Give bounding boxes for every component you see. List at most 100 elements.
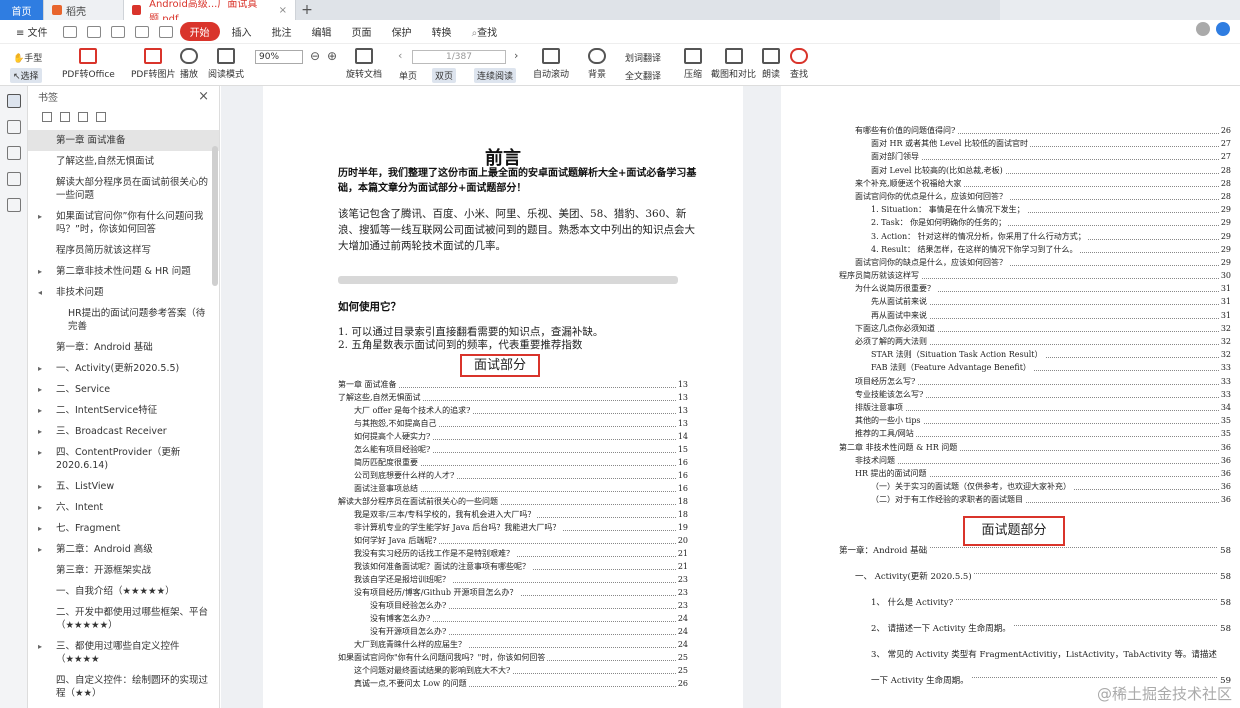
toc-entry[interactable]: 面对 HR 或者其他 Level 比较低的面试官时 27 [839, 137, 1231, 151]
menu-search[interactable]: ⌕查找 [464, 22, 506, 41]
bookmark-item[interactable]: ▸ 六、Intent [28, 497, 219, 518]
toc-entry[interactable]: 我该自学还是报培训班呢？ 23 [338, 573, 688, 586]
toc-entry[interactable]: 下面这几点你必须知道 32 [839, 321, 1231, 335]
toc-entry[interactable]: 项目经历怎么写? 33 [839, 374, 1231, 388]
new-tab-button[interactable]: + [296, 0, 318, 20]
expand-arrow-icon[interactable]: ▸ [38, 383, 42, 396]
bookmark-item[interactable]: ▸ 五、ListView [28, 476, 219, 497]
expand-arrow-icon[interactable]: ▸ [38, 210, 42, 223]
toc-entry[interactable]: 非技术问题 36 [839, 453, 1231, 467]
signature-icon[interactable] [7, 198, 21, 212]
toc-entry[interactable]: 解读大部分程序员在面试前很关心的一些问题 18 [338, 495, 688, 508]
toc-entry[interactable]: 简历匹配度很重要 16 [338, 456, 688, 469]
bookmark-item[interactable]: ▸ 一、Activity(更新2020.5.5) [28, 358, 219, 379]
toc-entry[interactable]: 1、 什么是 Activity? 58 [839, 590, 1231, 616]
toc-entry[interactable]: （二）对于有工作经验的求职者的面试题目 36 [839, 493, 1231, 507]
bookmark-item[interactable]: 程序员简历就该这样写 [28, 240, 219, 261]
bookmark-item[interactable]: 解读大部分程序员在面试前很关心的一些问题 [28, 172, 219, 206]
expand-arrow-icon[interactable]: ▸ [38, 265, 42, 278]
toc-entry[interactable]: 推荐的工具/网站 35 [839, 427, 1231, 441]
bookmark-icon[interactable] [7, 94, 21, 108]
bookmark-item[interactable]: ▸ 如果面试官问你”你有什么问题问我吗？”时，你该如何回答 [28, 206, 219, 240]
menu-comment[interactable]: 批注 [264, 22, 300, 41]
toc-entry[interactable]: 第一章：Android 基础 58 [839, 538, 1231, 564]
toc-entry[interactable]: 怎么能有项目经验呢? 15 [338, 443, 688, 456]
bookmark-item[interactable]: 了解这些,自然无惧面试 [28, 151, 219, 172]
toc-entry[interactable]: 2、 请描述一下 Activity 生命周期。 58 [839, 616, 1231, 642]
page-input[interactable]: 1/387 [412, 50, 506, 64]
menu-start[interactable]: 开始 [179, 22, 220, 41]
toc-entry[interactable]: 必须了解的两大法则 32 [839, 335, 1231, 349]
toc-entry[interactable]: 为什么说简历很重要？ 31 [839, 282, 1231, 296]
pdf-to-image-button[interactable]: PDF转图片 [131, 48, 176, 80]
tab-document[interactable]: Android高级...厂面试真题.pdf× [124, 0, 296, 25]
read-aloud-button[interactable]: 朗读 [762, 48, 780, 80]
zoom-out-icon[interactable]: ⊖ [310, 49, 320, 63]
toc-entry[interactable]: 如何提高个人硬实力? 14 [338, 430, 688, 443]
toc-entry[interactable]: 面试官问你的缺点是什么，应该如何回答？ 29 [839, 255, 1231, 270]
toc-entry[interactable]: 真诚一点,不要问太 Low 的问题 26 [338, 677, 688, 690]
toc-entry[interactable]: FAB 法则（Feature Advantage Benefit） 33 [839, 361, 1231, 375]
bookmark-scrollbar[interactable] [212, 146, 218, 286]
toc-entry[interactable]: 3、 常见的 Activity 类型有 FragmentActivitiy，Li… [839, 642, 1231, 668]
comment-icon[interactable] [7, 146, 21, 160]
cloud-icon[interactable] [1196, 22, 1210, 36]
compress-button[interactable]: 压缩 [684, 48, 702, 80]
toc-entry[interactable]: STAR 法则（Situation Task Action Result） 32 [839, 348, 1231, 362]
toc-entry[interactable]: 大厂到底青睐什么样的应届生？ 24 [338, 638, 688, 651]
share-icon[interactable] [1216, 22, 1230, 36]
bookmark-item[interactable]: ▸ 七、Fragment [28, 518, 219, 539]
toc-entry[interactable]: 面试官问你的优点是什么，应该如何回答？ 28 [839, 189, 1231, 204]
toc-entry[interactable]: 第一章 面试准备 13 [338, 378, 688, 391]
bookmark-item[interactable]: ▸ 二、IntentService特征 [28, 400, 219, 421]
continuous-read-button[interactable]: 连续阅读 [474, 68, 517, 83]
menu-edit[interactable]: 编辑 [304, 22, 340, 41]
toc-entry[interactable]: 没有博客怎么办? 24 [338, 612, 688, 625]
toc-entry[interactable]: 先从面试前来说 31 [839, 295, 1231, 309]
bookmark-item[interactable]: ▸ 四、ContentProvider（更新2020.6.14) [28, 442, 219, 476]
screenshot-compare-button[interactable]: 截图和对比 [711, 48, 756, 80]
bookmark-item[interactable]: 第一章：Android 基础 [28, 337, 219, 358]
toc-entry[interactable]: 3. Action： 针对这样的情况分析，你采用了什么行动方式； 29 [839, 229, 1231, 243]
expand-arrow-icon[interactable]: ▸ [38, 446, 42, 459]
translate-full-button[interactable]: 全文翻译 [622, 68, 664, 83]
toc-entry[interactable]: HR 提出的面试问题 36 [839, 466, 1231, 481]
delete-bookmark-icon[interactable] [96, 112, 106, 122]
expand-arrow-icon[interactable]: ▸ [38, 543, 42, 556]
play-button[interactable]: 播放 [180, 48, 198, 80]
toc-entry[interactable]: 与其抱怨,不如提高自己 13 [338, 417, 688, 430]
undo-icon[interactable] [134, 25, 149, 38]
bookmark-item[interactable]: 第三章：开源框架实战 [28, 560, 219, 581]
close-icon[interactable]: × [279, 5, 287, 16]
file-menu[interactable]: ≡ 文件 [8, 22, 56, 41]
menu-page[interactable]: 页面 [344, 22, 380, 41]
bookmark-item[interactable]: 第一章 面试准备 [28, 130, 219, 151]
menu-insert[interactable]: 插入 [224, 22, 260, 41]
expand-arrow-icon[interactable]: ◂ [38, 286, 42, 299]
toc-entry[interactable]: 专业技能该怎么写? 33 [839, 387, 1231, 401]
hand-tool[interactable]: ✋手型 [10, 50, 45, 65]
redo-icon[interactable] [158, 25, 173, 38]
expand-arrow-icon[interactable]: ▸ [38, 480, 42, 493]
toc-entry[interactable]: 非计算机专业的学生能学好 Java 后台吗？我能进大厂吗？ 19 [338, 521, 688, 534]
expand-arrow-icon[interactable]: ▸ [38, 404, 42, 417]
toc-entry[interactable]: （一）关于实习的面试题（仅供参考，也欢迎大家补充） 36 [839, 480, 1231, 494]
toc-entry[interactable]: 程序员简历就该这样写 30 [839, 269, 1231, 283]
bookmark-item[interactable]: ▸ 第二章：Android 高级 [28, 539, 219, 560]
expand-arrow-icon[interactable]: ▸ [38, 640, 42, 653]
toc-entry[interactable]: 有哪些有价值的问题值得问? 26 [839, 124, 1231, 138]
pdf-to-office-button[interactable]: PDF转Office [62, 48, 115, 80]
toc-entry[interactable]: 没有项目经验怎么办? 23 [338, 599, 688, 612]
double-page-button[interactable]: 双页 [432, 68, 457, 83]
close-panel-icon[interactable]: × [198, 89, 209, 104]
menu-convert[interactable]: 转换 [424, 22, 460, 41]
bookmark-flag-icon[interactable] [78, 112, 88, 122]
prev-page-icon[interactable]: ‹ [398, 49, 402, 62]
next-page-icon[interactable]: › [514, 49, 518, 62]
toc-entry[interactable]: 没有开源项目怎么办? 24 [338, 625, 688, 638]
bookmark-item[interactable]: ▸ 二、Service [28, 379, 219, 400]
toc-entry[interactable]: 排版注意事项 34 [839, 400, 1231, 415]
expand-arrow-icon[interactable]: ▸ [38, 522, 42, 535]
toc-entry[interactable]: 来个补充,顺便送个祝福给大家 28 [839, 176, 1231, 190]
rotate-button[interactable]: 旋转文档 [346, 48, 382, 80]
